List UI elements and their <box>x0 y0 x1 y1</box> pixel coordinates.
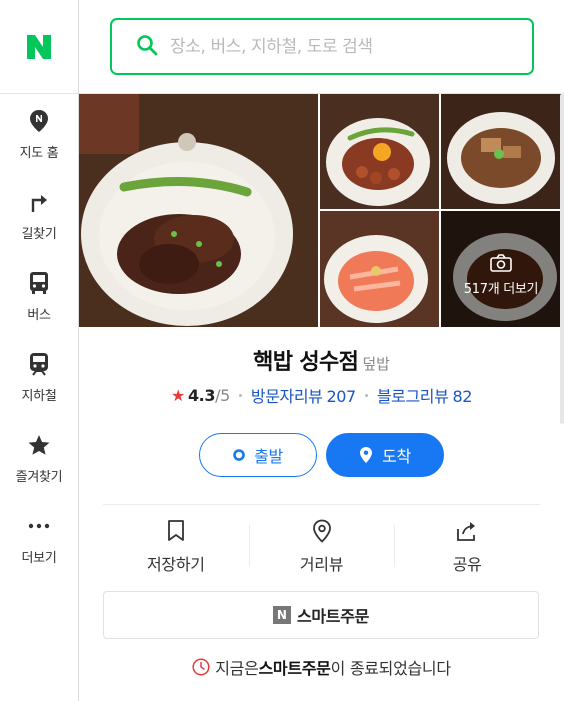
sidebar-item-label: 더보기 <box>21 550 57 566</box>
place-category: 덮밥 <box>362 355 390 373</box>
rating-value: 4.3 <box>187 385 216 405</box>
arrive-button-label: 도착 <box>382 447 411 466</box>
search-input[interactable] <box>170 36 530 57</box>
share-icon <box>455 517 479 545</box>
rating-max: /5 <box>215 385 230 405</box>
destination-pin-icon <box>359 446 373 464</box>
photo-thumbnail[interactable] <box>320 211 439 327</box>
sidebar-item-label: 지도 홈 <box>19 145 59 161</box>
action-bar: 저장하기 거리뷰 공유 <box>103 505 540 587</box>
blog-review-count: 82 <box>452 387 472 406</box>
sidebar-item-label: 지하철 <box>21 388 57 404</box>
blog-review-label: 블로그리뷰 <box>376 387 449 406</box>
visitor-review-link[interactable]: 방문자리뷰 207 <box>251 383 356 407</box>
route-buttons: 출발 도착 <box>79 433 564 477</box>
search-icon <box>136 34 158 60</box>
separator-dot <box>364 393 368 397</box>
photo-thumbnail[interactable] <box>320 94 439 209</box>
photo-grid: 517개 더보기 <box>79 94 561 327</box>
visitor-review-count: 207 <box>326 387 356 406</box>
share-button[interactable]: 공유 <box>394 505 540 587</box>
street-view-pin-icon <box>312 517 332 545</box>
start-point-icon <box>233 449 245 461</box>
share-label: 공유 <box>452 555 482 574</box>
sidebar-item-more[interactable]: 더보기 <box>0 499 78 580</box>
sidebar-item-bus[interactable]: 버스 <box>0 256 78 337</box>
food-photo <box>441 94 561 209</box>
notice-bold: 스마트주문 <box>258 659 331 678</box>
more-dots-icon <box>27 514 51 538</box>
subway-icon <box>27 352 51 376</box>
smart-order-notice: 지금은 스마트주문 이 종료되었습니다 <box>79 655 564 679</box>
sidebar-item-label: 길찾기 <box>21 226 57 242</box>
start-button-label: 출발 <box>254 447 283 466</box>
sidebar-item-directions[interactable]: 길찾기 <box>0 175 78 256</box>
bus-icon <box>27 271 51 295</box>
food-photo <box>320 94 439 209</box>
clock-icon <box>192 658 210 676</box>
main-photo[interactable] <box>79 94 318 327</box>
smart-order-button[interactable]: N 스마트주문 <box>103 591 539 639</box>
camera-icon <box>490 253 512 272</box>
separator-dot <box>238 393 242 397</box>
sidebar-item-label: 즐겨찾기 <box>15 469 63 485</box>
search-area <box>79 0 564 94</box>
naver-n-icon <box>27 34 51 59</box>
naver-logo[interactable] <box>0 0 78 94</box>
street-view-label: 거리뷰 <box>299 555 344 574</box>
photo-more-tile[interactable]: 517개 더보기 <box>441 211 561 327</box>
photos-more-overlay[interactable]: 517개 더보기 <box>441 211 561 327</box>
star-icon <box>27 433 51 457</box>
place-title: 핵밥 성수점 덮밥 <box>79 344 564 376</box>
smart-order-label: 스마트주문 <box>296 607 370 626</box>
street-view-button[interactable]: 거리뷰 <box>248 505 395 587</box>
place-panel: 517개 더보기 핵밥 성수점 덮밥 ★ 4.3/5 방문자리뷰 207 블로그리뷰… <box>79 94 564 701</box>
photos-more-label: 517개 더보기 <box>463 281 539 297</box>
map-pin-icon <box>27 109 51 133</box>
food-photo <box>320 211 439 327</box>
sidebar-item-map-home[interactable]: 지도 홈 <box>0 94 78 175</box>
place-name: 핵밥 성수점 <box>253 350 359 375</box>
sidebar-item-favorites[interactable]: 즐겨찾기 <box>0 418 78 499</box>
panel-scrollbar[interactable] <box>560 94 564 424</box>
rating-star-icon: ★ <box>170 385 185 405</box>
bookmark-icon <box>167 517 185 545</box>
arrive-button[interactable]: 도착 <box>326 433 444 477</box>
notice-suffix: 이 종료되었습니다 <box>330 659 451 678</box>
naver-badge-icon: N <box>272 606 291 624</box>
sidebar-item-subway[interactable]: 지하철 <box>0 337 78 418</box>
turn-right-icon <box>27 190 51 214</box>
search-box[interactable] <box>110 18 534 75</box>
place-meta: ★ 4.3/5 방문자리뷰 207 블로그리뷰 82 <box>79 383 564 407</box>
notice-prefix: 지금은 <box>215 659 259 678</box>
save-button[interactable]: 저장하기 <box>103 505 249 587</box>
start-button[interactable]: 출발 <box>199 433 317 477</box>
save-label: 저장하기 <box>146 555 205 574</box>
photo-thumbnail[interactable] <box>441 94 561 209</box>
main-food-photo <box>79 94 318 327</box>
visitor-review-label: 방문자리뷰 <box>250 387 323 406</box>
sidebar: 지도 홈 길찾기 버스 지하철 즐겨찾기 더보기 <box>0 0 79 701</box>
blog-review-link[interactable]: 블로그리뷰 82 <box>376 383 473 407</box>
sidebar-item-label: 버스 <box>27 307 51 323</box>
